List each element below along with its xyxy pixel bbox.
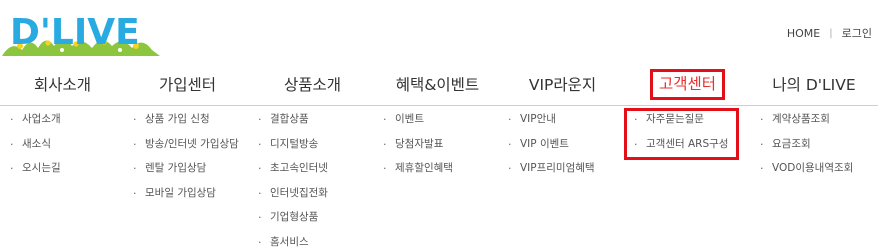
submenu-item[interactable]: 새소식 <box>10 135 61 160</box>
submenu-item[interactable]: 인터넷집전화 <box>258 184 328 209</box>
nav-benefits-events[interactable]: 혜택&이벤트 <box>375 62 500 106</box>
submenu-item[interactable]: 상품 가입 신청 <box>133 110 239 135</box>
submenu-item[interactable]: 방송/인터넷 가입상담 <box>133 135 239 160</box>
submenu-item[interactable]: 제휴할인혜택 <box>383 159 453 184</box>
nav-company-label: 회사소개 <box>33 76 92 94</box>
nav-vip-lounge-label: VIP라운지 <box>528 76 597 94</box>
submenu-item[interactable]: VOD이용내역조회 <box>760 159 853 184</box>
submenu-item-ars[interactable]: 고객센터 ARS구성 <box>634 135 728 160</box>
submenu-join-center: 상품 가입 신청 방송/인터넷 가입상담 렌탈 가입상담 모바일 가입상담 <box>133 110 239 208</box>
submenu-item[interactable]: 초고속인터넷 <box>258 159 328 184</box>
submenu-item[interactable]: 당첨자발표 <box>383 135 453 160</box>
nav-customer-center-highlight: 고객센터 <box>649 68 726 100</box>
main-nav: 회사소개 가입센터 상품소개 혜택&이벤트 VIP라운지 고객센터 나의 D'L… <box>0 62 878 106</box>
submenu-item[interactable]: 모바일 가입상담 <box>133 184 239 209</box>
submenu-item[interactable]: 결합상품 <box>258 110 328 135</box>
dlive-logo[interactable]: D'LIVE <box>2 6 162 58</box>
submenu-products: 결합상품 디지털방송 초고속인터넷 인터넷집전화 기업형상품 홈서비스 <box>258 110 328 251</box>
utility-nav: HOME | 로그인 <box>787 25 872 41</box>
nav-products-label: 상품소개 <box>283 76 342 94</box>
submenu-item[interactable]: 이벤트 <box>383 110 453 135</box>
submenu-item[interactable]: VIP프리미엄혜택 <box>508 159 595 184</box>
nav-company[interactable]: 회사소개 <box>0 62 125 106</box>
submenu-item[interactable]: 오시는길 <box>10 159 61 184</box>
submenu-item[interactable]: 렌탈 가입상담 <box>133 159 239 184</box>
nav-my-dlive-label: 나의 D'LIVE <box>772 76 856 94</box>
nav-products[interactable]: 상품소개 <box>250 62 375 106</box>
nav-vip-lounge[interactable]: VIP라운지 <box>500 62 625 106</box>
submenu-benefits-events: 이벤트 당첨자발표 제휴할인혜택 <box>383 110 453 184</box>
nav-join-center-label: 가입센터 <box>158 76 217 94</box>
logo-text: D'LIVE <box>10 12 140 53</box>
submenu-company: 사업소개 새소식 오시는길 <box>10 110 61 184</box>
nav-customer-center-label: 고객센터 <box>658 74 717 93</box>
nav-my-dlive[interactable]: 나의 D'LIVE <box>750 62 878 106</box>
nav-customer-center[interactable]: 고객센터 <box>625 62 750 106</box>
nav-benefits-events-label: 혜택&이벤트 <box>395 76 480 94</box>
submenu-my-dlive: 계약상품조회 요금조회 VOD이용내역조회 <box>760 110 853 184</box>
submenu-item[interactable]: 디지털방송 <box>258 135 328 160</box>
submenu-item[interactable]: 요금조회 <box>760 135 853 160</box>
submenu-item[interactable]: VIP 이벤트 <box>508 135 595 160</box>
submenu-item[interactable]: VIP안내 <box>508 110 595 135</box>
logo-graphic: D'LIVE <box>2 12 160 56</box>
submenu-item[interactable]: 기업형상품 <box>258 208 328 233</box>
submenu-item[interactable]: 계약상품조회 <box>760 110 853 135</box>
nav-join-center[interactable]: 가입센터 <box>125 62 250 106</box>
submenu-customer-center: 자주묻는질문 고객센터 ARS구성 <box>634 110 728 159</box>
submenu-item-faq[interactable]: 자주묻는질문 <box>634 110 728 135</box>
home-link[interactable]: HOME <box>787 27 820 40</box>
submenu-item[interactable]: 홈서비스 <box>258 233 328 251</box>
submenu-item[interactable]: 사업소개 <box>10 110 61 135</box>
submenu-vip-lounge: VIP안내 VIP 이벤트 VIP프리미엄혜택 <box>508 110 595 184</box>
utility-separator: | <box>829 27 833 39</box>
login-link[interactable]: 로그인 <box>842 25 872 41</box>
